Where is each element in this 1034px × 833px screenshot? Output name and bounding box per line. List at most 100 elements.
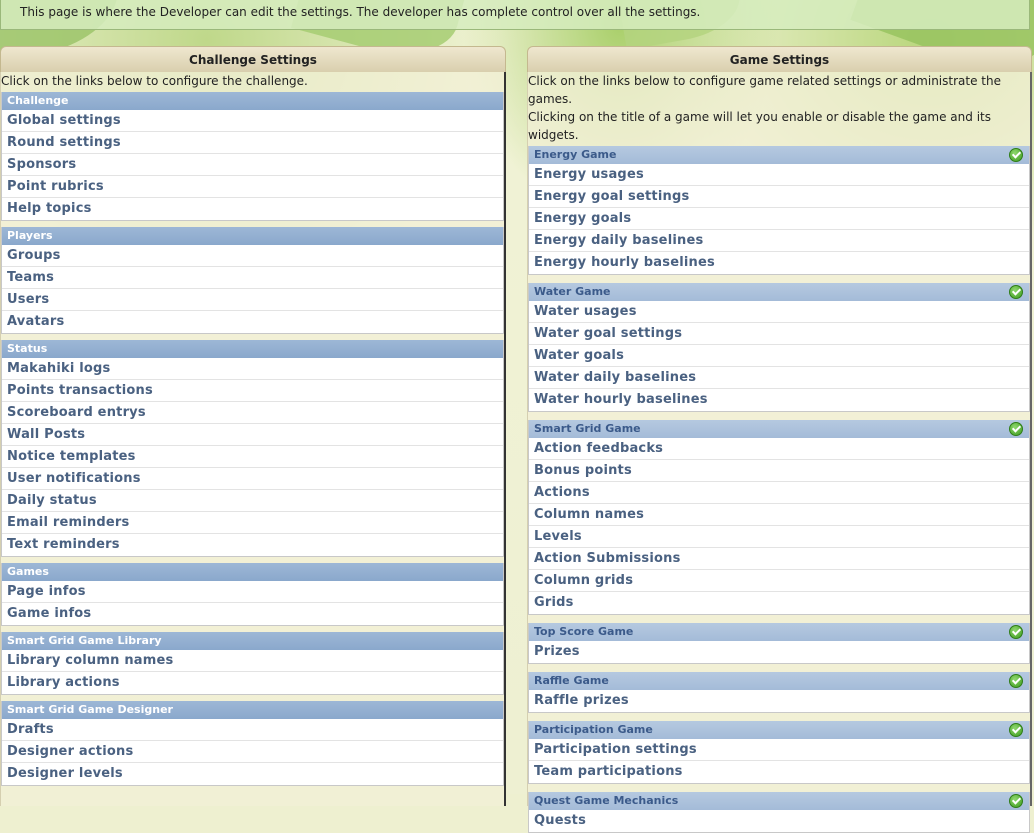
- settings-link-energy-usages[interactable]: Energy usages: [529, 164, 1029, 186]
- green-check-icon: [1009, 148, 1023, 162]
- module-caption[interactable]: Smart Grid Game: [529, 420, 1029, 438]
- settings-link-column-grids[interactable]: Column grids: [529, 570, 1029, 592]
- settings-link-points-transactions[interactable]: Points transactions: [2, 380, 503, 402]
- settings-link-users[interactable]: Users: [2, 289, 503, 311]
- module-players: Players Groups Teams Users Avatars: [1, 227, 504, 334]
- settings-link-raffle-prizes[interactable]: Raffle prizes: [529, 690, 1029, 712]
- settings-link-water-goals[interactable]: Water goals: [529, 345, 1029, 367]
- module-caption-label: Smart Grid Game Library: [7, 634, 162, 647]
- module-caption-label: Status: [7, 342, 48, 355]
- module-caption: Challenge: [2, 92, 503, 110]
- green-check-icon: [1009, 285, 1023, 299]
- settings-link-text-reminders[interactable]: Text reminders: [2, 534, 503, 556]
- module-caption-label: Top Score Game: [534, 625, 634, 638]
- settings-link-water-daily-baselines[interactable]: Water daily baselines: [529, 367, 1029, 389]
- settings-link-water-usages[interactable]: Water usages: [529, 301, 1029, 323]
- module-caption[interactable]: Quest Game Mechanics: [529, 792, 1029, 810]
- module-challenge: Challenge Global settings Round settings Sp…: [1, 92, 504, 221]
- module-quest-game-mechanics: Quest Game Mechanics Quests: [528, 792, 1030, 833]
- module-caption[interactable]: Participation Game: [529, 721, 1029, 739]
- info-banner: This page is where the Developer can edi…: [0, 0, 1030, 30]
- green-check-icon: [1009, 625, 1023, 639]
- settings-link-actions[interactable]: Actions: [529, 482, 1029, 504]
- settings-link-energy-goal-settings[interactable]: Energy goal settings: [529, 186, 1029, 208]
- settings-link-scoreboard-entrys[interactable]: Scoreboard entrys: [2, 402, 503, 424]
- settings-link-energy-hourly-baselines[interactable]: Energy hourly baselines: [529, 252, 1029, 274]
- game-intro-line-2: Clicking on the title of a game will let…: [528, 110, 991, 142]
- module-caption[interactable]: Top Score Game: [529, 623, 1029, 641]
- settings-link-action-submissions[interactable]: Action Submissions: [529, 548, 1029, 570]
- green-check-icon: [1009, 723, 1023, 737]
- settings-link-quests[interactable]: Quests: [529, 810, 1029, 832]
- module-caption-label: Quest Game Mechanics: [534, 794, 679, 807]
- settings-link-point-rubrics[interactable]: Point rubrics: [2, 176, 503, 198]
- banner-message: This page is where the Developer can edi…: [20, 5, 701, 19]
- game-settings-body: Click on the links below to configure ga…: [527, 72, 1032, 833]
- module-caption: Games: [2, 563, 503, 581]
- settings-link-notice-templates[interactable]: Notice templates: [2, 446, 503, 468]
- challenge-intro: Click on the links below to configure th…: [1, 74, 308, 88]
- settings-link-page-infos[interactable]: Page infos: [2, 581, 503, 603]
- game-intro-line-1: Click on the links below to configure ga…: [528, 74, 1001, 106]
- settings-link-bonus-points[interactable]: Bonus points: [529, 460, 1029, 482]
- settings-link-team-participations[interactable]: Team participations: [529, 761, 1029, 783]
- green-check-icon: [1009, 674, 1023, 688]
- module-smart-grid-game: Smart Grid Game Action feedbacks Bonus poi…: [528, 420, 1030, 615]
- settings-link-designer-levels[interactable]: Designer levels: [2, 763, 503, 785]
- settings-link-makahiki-logs[interactable]: Makahiki logs: [2, 358, 503, 380]
- module-caption-label: Participation Game: [534, 723, 653, 736]
- game-settings-panel: Game Settings Click on the links below t…: [527, 46, 1032, 833]
- challenge-settings-body: Click on the links below to configure th…: [0, 72, 506, 806]
- settings-link-column-names[interactable]: Column names: [529, 504, 1029, 526]
- settings-link-help-topics[interactable]: Help topics: [2, 198, 503, 220]
- module-games: Games Page infos Game infos: [1, 563, 504, 626]
- module-caption[interactable]: Water Game: [529, 283, 1029, 301]
- settings-link-participation-settings[interactable]: Participation settings: [529, 739, 1029, 761]
- module-smart-grid-game-designer: Smart Grid Game Designer Drafts Designer a…: [1, 701, 504, 786]
- settings-link-wall-posts[interactable]: Wall Posts: [2, 424, 503, 446]
- green-check-icon: [1009, 422, 1023, 436]
- challenge-settings-panel: Challenge Settings Click on the links be…: [0, 46, 506, 806]
- module-caption-label: Raffle Game: [534, 674, 609, 687]
- settings-link-teams[interactable]: Teams: [2, 267, 503, 289]
- challenge-settings-title: Challenge Settings: [0, 46, 506, 72]
- settings-link-water-hourly-baselines[interactable]: Water hourly baselines: [529, 389, 1029, 411]
- settings-link-designer-actions[interactable]: Designer actions: [2, 741, 503, 763]
- game-modules: Energy Game Energy usages Energy goal sett…: [528, 146, 1030, 833]
- challenge-modules: Challenge Global settings Round settings Sp…: [1, 92, 504, 786]
- module-raffle-game: Raffle Game Raffle prizes: [528, 672, 1030, 713]
- settings-link-drafts[interactable]: Drafts: [2, 719, 503, 741]
- settings-link-round-settings[interactable]: Round settings: [2, 132, 503, 154]
- module-caption[interactable]: Raffle Game: [529, 672, 1029, 690]
- module-participation-game: Participation Game Participation settings…: [528, 721, 1030, 784]
- game-settings-title: Game Settings: [527, 46, 1032, 72]
- settings-link-global-settings[interactable]: Global settings: [2, 110, 503, 132]
- settings-link-groups[interactable]: Groups: [2, 245, 503, 267]
- settings-link-levels[interactable]: Levels: [529, 526, 1029, 548]
- settings-link-user-notifications[interactable]: User notifications: [2, 468, 503, 490]
- module-water-game: Water Game Water usages Water goal setting…: [528, 283, 1030, 412]
- settings-link-library-actions[interactable]: Library actions: [2, 672, 503, 694]
- settings-link-prizes[interactable]: Prizes: [529, 641, 1029, 663]
- module-energy-game: Energy Game Energy usages Energy goal sett…: [528, 146, 1030, 275]
- settings-link-email-reminders[interactable]: Email reminders: [2, 512, 503, 534]
- settings-link-sponsors[interactable]: Sponsors: [2, 154, 503, 176]
- settings-link-water-goal-settings[interactable]: Water goal settings: [529, 323, 1029, 345]
- module-caption: Smart Grid Game Library: [2, 632, 503, 650]
- module-status: Status Makahiki logs Points transactions Sc…: [1, 340, 504, 557]
- module-caption-label: Smart Grid Game Designer: [7, 703, 173, 716]
- settings-link-energy-goals[interactable]: Energy goals: [529, 208, 1029, 230]
- settings-link-daily-status[interactable]: Daily status: [2, 490, 503, 512]
- module-caption-label: Water Game: [534, 285, 611, 298]
- module-caption[interactable]: Energy Game: [529, 146, 1029, 164]
- settings-link-grids[interactable]: Grids: [529, 592, 1029, 614]
- settings-link-library-column-names[interactable]: Library column names: [2, 650, 503, 672]
- module-caption-label: Players: [7, 229, 53, 242]
- module-caption: Players: [2, 227, 503, 245]
- settings-link-energy-daily-baselines[interactable]: Energy daily baselines: [529, 230, 1029, 252]
- settings-link-avatars[interactable]: Avatars: [2, 311, 503, 333]
- settings-link-action-feedbacks[interactable]: Action feedbacks: [529, 438, 1029, 460]
- module-caption-label: Energy Game: [534, 148, 617, 161]
- settings-link-game-infos[interactable]: Game infos: [2, 603, 503, 625]
- module-caption: Status: [2, 340, 503, 358]
